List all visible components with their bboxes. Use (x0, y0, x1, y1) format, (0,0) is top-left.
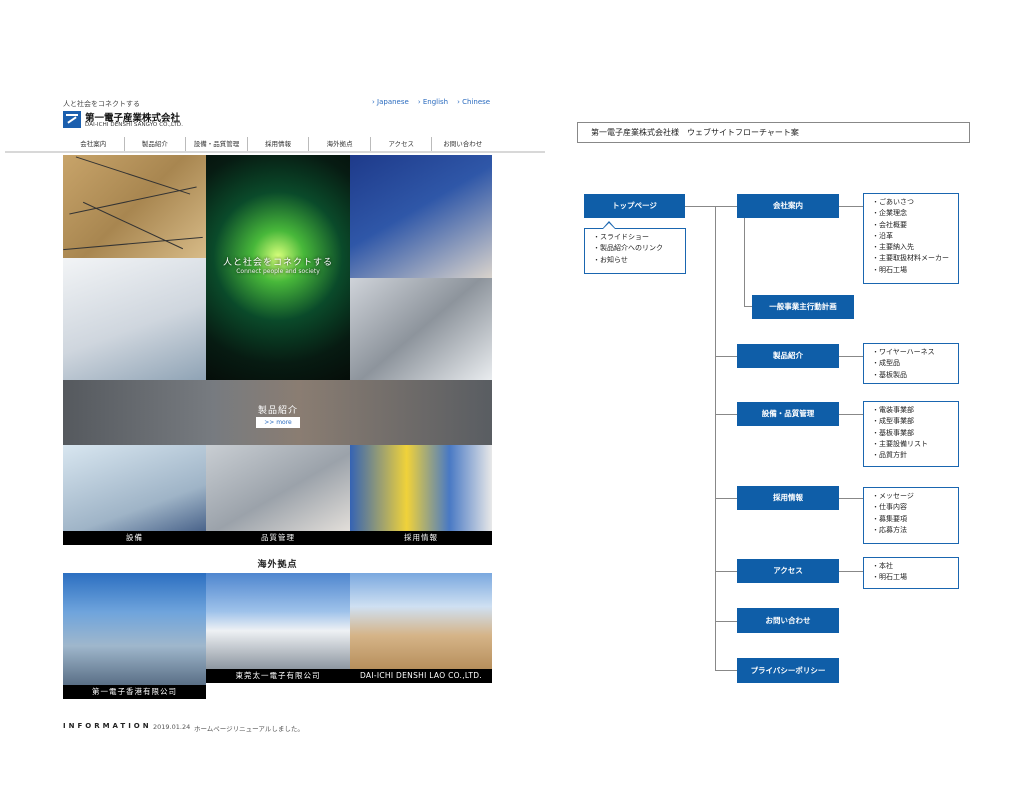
information-date: 2019.01.24 (153, 723, 191, 731)
site-logo[interactable]: 第一電子産業株式会社 DAI-ICHI DENSHI SANGYO CO.,LT… (63, 110, 183, 130)
site-tagline: 人と社会をコネクトする (63, 100, 140, 108)
connector-equipment-list (839, 414, 863, 415)
fc-box-contact[interactable]: お問い合わせ (737, 608, 839, 633)
fc-list-products: ワイヤーハーネス 成型品 基板製品 (863, 343, 959, 384)
fc-list-item: メッセージ (872, 491, 950, 502)
fc-box-top-page[interactable]: トップページ (584, 194, 685, 218)
global-nav: 会社案内 製品紹介 設備・品質管理 採用情報 海外拠点 アクセス お問い合わせ (63, 137, 493, 151)
nav-item-company[interactable]: 会社案内 (63, 137, 124, 151)
photo-factory-worker (350, 155, 492, 278)
fc-box-equipment-quality[interactable]: 設備・品質管理 (737, 402, 839, 426)
photo-quality-control[interactable] (206, 445, 350, 545)
connector-products (715, 356, 737, 357)
nav-item-equipment-quality[interactable]: 設備・品質管理 (185, 137, 247, 151)
nav-item-contact[interactable]: お問い合わせ (431, 137, 493, 151)
caption-hong-kong[interactable]: 第一電子香港有限公司 (63, 685, 206, 699)
photo-assembly (350, 278, 492, 380)
fc-list-item: 企業理念 (872, 208, 950, 219)
fc-list-item: 明石工場 (872, 572, 950, 583)
fc-list-item: 仕事内容 (872, 502, 950, 513)
logo-name-en: DAI-ICHI DENSHI SANGYO CO.,LTD. (85, 122, 184, 128)
fc-list-item: 電装事業部 (872, 405, 950, 416)
information-text[interactable]: ホームページリニューアルしました。 (194, 723, 304, 733)
overseas-title: 海外拠点 (257, 560, 298, 570)
fc-list-item: 品質方針 (872, 450, 950, 461)
fc-list-item: 基板事業部 (872, 428, 950, 439)
fc-list-item: 応募方法 (872, 525, 950, 536)
products-more-button[interactable]: >> more (256, 417, 300, 428)
photo-wire-harness (63, 155, 206, 258)
nav-item-overseas[interactable]: 海外拠点 (308, 137, 370, 151)
photo-office-worker (63, 258, 206, 380)
fc-list-item: 主要取扱材料メーカー (872, 253, 950, 264)
lang-chinese-link[interactable]: › Chinese (457, 98, 490, 106)
fc-list-top-page: スライドショー 製品紹介へのリンク お知らせ (584, 228, 686, 274)
hero-subtitle: Connect people and society (236, 268, 320, 275)
connector-access-list (839, 571, 863, 572)
connector-products-list (839, 356, 863, 357)
information-label: INFORMATION (63, 722, 152, 730)
fc-list-item: 主要設備リスト (872, 439, 950, 450)
fc-list-item: 本社 (872, 561, 950, 572)
photo-dongguan-factory[interactable] (206, 573, 350, 669)
fc-box-action-plan[interactable]: 一般事業主行動計画 (752, 295, 854, 319)
lang-english-link[interactable]: › English (418, 98, 448, 106)
caption-recruit[interactable]: 採用情報 (350, 531, 492, 545)
connector-company-list (839, 206, 863, 207)
connector-trunk (715, 206, 716, 671)
fc-list-access: 本社 明石工場 (863, 557, 959, 589)
connector-recruit-list (839, 498, 863, 499)
connector-access (715, 571, 737, 572)
fc-box-company[interactable]: 会社案内 (737, 194, 839, 218)
connector-top (685, 206, 738, 207)
fc-list-item: スライドショー (593, 232, 677, 243)
fc-list-item: 会社概要 (872, 220, 950, 231)
flowchart-title: 第一電子産業株式会社様 ウェブサイトフローチャート案 (577, 122, 970, 143)
photo-hong-kong-office[interactable] (63, 573, 206, 685)
fc-list-item: 基板製品 (872, 370, 950, 381)
hero-title: 人と社会をコネクトする (222, 258, 333, 268)
caption-quality-control[interactable]: 品質管理 (206, 531, 350, 545)
nav-divider (5, 151, 545, 153)
connector-company-sub (744, 218, 745, 306)
connector-contact (715, 621, 737, 622)
fc-list-item: 成型品 (872, 358, 950, 369)
website-mockup: 人と社会をコネクトする 第一電子産業株式会社 DAI-ICHI DENSHI S… (0, 0, 550, 808)
fc-list-item: 明石工場 (872, 265, 950, 276)
fc-list-item: お知らせ (593, 255, 677, 266)
connector-privacy (715, 670, 737, 671)
fc-list-item: ごあいさつ (872, 197, 950, 208)
connector-equipment (715, 414, 737, 415)
fc-list-item: 沿革 (872, 231, 950, 242)
nav-item-recruit[interactable]: 採用情報 (246, 137, 309, 151)
fc-list-company: ごあいさつ 企業理念 会社概要 沿革 主要納入先 主要取扱材料メーカー 明石工場 (863, 193, 959, 284)
lang-japanese-link[interactable]: › Japanese (372, 98, 409, 106)
nav-item-access[interactable]: アクセス (369, 137, 432, 151)
fc-box-products[interactable]: 製品紹介 (737, 344, 839, 368)
fc-list-item: 主要納入先 (872, 242, 950, 253)
caption-laos[interactable]: DAI-ICHI DENSHI LAO CO.,LTD. (350, 669, 492, 683)
photo-laos-factory[interactable] (350, 573, 492, 669)
fc-box-recruit[interactable]: 採用情報 (737, 486, 839, 510)
products-title: 製品紹介 (257, 406, 298, 416)
fc-list-item: ワイヤーハーネス (872, 347, 950, 358)
fc-list-item: 成型事業部 (872, 416, 950, 427)
fc-list-item: 募集要項 (872, 514, 950, 525)
nav-item-products[interactable]: 製品紹介 (123, 137, 186, 151)
fc-list-item: 製品紹介へのリンク (593, 243, 677, 254)
caption-equipment[interactable]: 設備 (63, 531, 206, 545)
logo-mark-icon (63, 111, 81, 128)
callout-arrow-inner-icon (603, 223, 615, 229)
connector-action-plan (744, 306, 752, 307)
fc-box-privacy-policy[interactable]: プライバシーポリシー (737, 658, 839, 683)
photo-equipment[interactable] (63, 445, 206, 545)
language-switcher: › Japanese › English › Chinese (372, 98, 490, 106)
fc-list-recruit: メッセージ 仕事内容 募集要項 応募方法 (863, 487, 959, 544)
connector-recruit (715, 498, 737, 499)
fc-box-access[interactable]: アクセス (737, 559, 839, 583)
photo-recruit[interactable] (350, 445, 492, 545)
caption-dongguan[interactable]: 東莞太一電子有限公司 (206, 669, 350, 683)
fc-list-equipment-quality: 電装事業部 成型事業部 基板事業部 主要設備リスト 品質方針 (863, 401, 959, 467)
